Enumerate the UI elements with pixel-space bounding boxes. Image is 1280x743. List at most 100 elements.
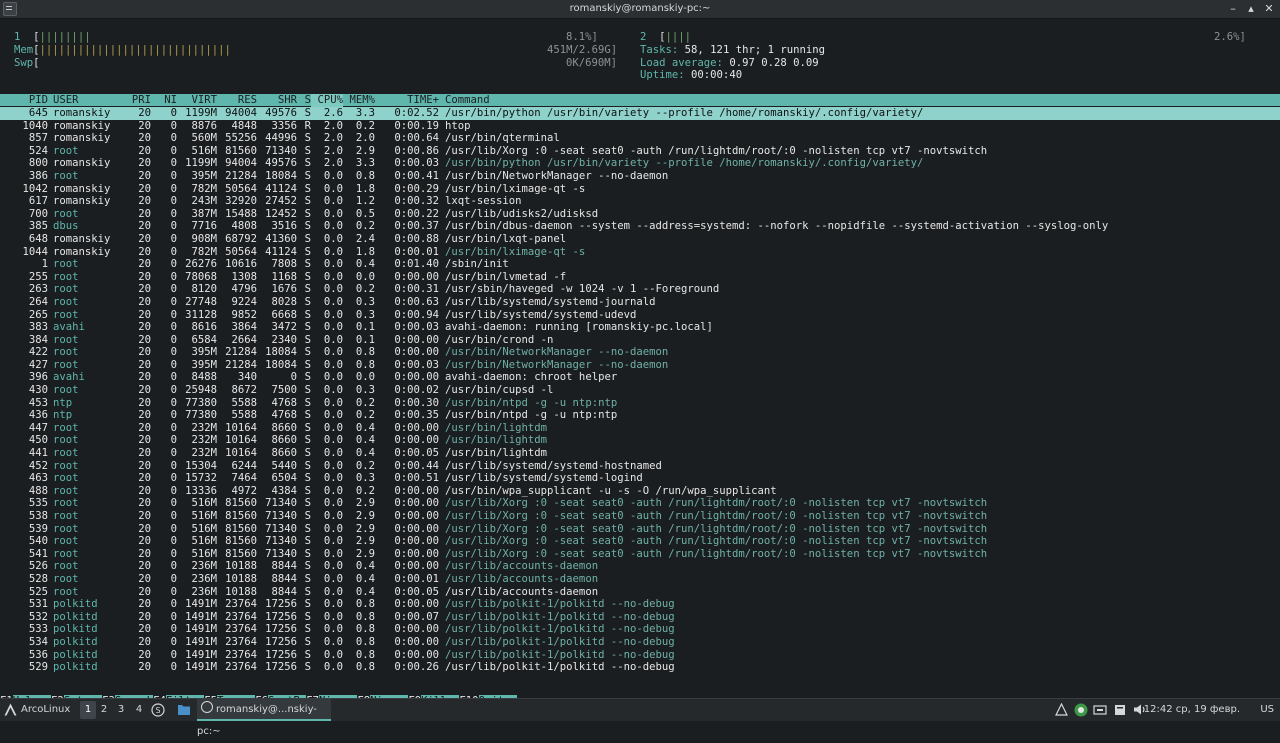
workspace-2[interactable]: 2 xyxy=(96,699,112,721)
process-state-cell: S xyxy=(304,321,311,334)
workspace-1[interactable]: 1 xyxy=(80,701,96,719)
process-pid-cell: 447 xyxy=(28,421,48,434)
process-row[interactable]: 463 root 20 0 15732 7464 6504 S 0.0 0.3 0:00.51/us… xyxy=(0,472,1280,485)
process-row[interactable]: 447 root 20 0 232M 10164 8660 S 0.0 0.4 0:00.00/us… xyxy=(0,422,1280,435)
process-row[interactable]: 525 root 20 0 236M 10188 8844 S 0.0 0.4 0:00.05/us… xyxy=(0,586,1280,599)
workspace-4[interactable]: 4 xyxy=(131,699,147,721)
network-status-icon[interactable] xyxy=(1074,703,1088,717)
col-state[interactable]: S xyxy=(297,94,311,107)
process-state-cell: S xyxy=(304,384,311,397)
process-row[interactable]: 488 root 20 0 13336 4972 4384 S 0.0 0.2 0:00.00/us… xyxy=(0,485,1280,498)
process-virt-cell: 232M xyxy=(191,434,217,447)
process-row[interactable]: 533 polkitd 20 0 1491M 23764 17256 S 0.0 0.8 0:00.… xyxy=(0,623,1280,636)
process-row[interactable]: 450 root 20 0 232M 10164 8660 S 0.0 0.4 0:00.00/us… xyxy=(0,434,1280,447)
process-row[interactable]: 430 root 20 0 25948 8672 7500 S 0.0 0.3 0:00.02/us… xyxy=(0,384,1280,397)
process-user-cell: romanskiy xyxy=(53,107,111,119)
process-row[interactable]: 396 avahi 20 0 8488 340 0 S 0.0 0.0 0:00.00 avahi-d… xyxy=(0,371,1280,384)
window-titlebar[interactable]: romanskiy@romanskiy-pc:~ – ▴ ✕ xyxy=(0,0,1280,19)
process-mem-cell: 0.8 xyxy=(355,346,375,359)
process-row[interactable]: 536 polkitd 20 0 1491M 23764 17256 S 0.0 0.8 0:00.… xyxy=(0,649,1280,662)
process-row[interactable]: 617 romanskiy 20 0 243M 32920 27452 S 0.0 1.2 0:00… xyxy=(0,195,1280,208)
process-pri-cell: 20 xyxy=(138,157,151,170)
process-row[interactable]: 535 root 20 0 516M 81560 71340 S 0.0 2.9 0:00.00/u… xyxy=(0,497,1280,510)
process-row[interactable]: 531 polkitd 20 0 1491M 23764 17256 S 0.0 0.8 0:00.… xyxy=(0,598,1280,611)
app-menu-label[interactable]: ArcoLinux xyxy=(21,699,70,721)
process-row[interactable]: 540 root 20 0 516M 81560 71340 S 0.0 2.9 0:00.00/u… xyxy=(0,535,1280,548)
clipboard-icon[interactable] xyxy=(1113,703,1127,717)
process-table-header[interactable]: PID USER PRI NI VIRT RES SHR S CPU% MEM% TIME+ Comm… xyxy=(0,94,1280,107)
process-row[interactable]: 528 root 20 0 236M 10188 8844 S 0.0 0.4 0:00.01/us… xyxy=(0,573,1280,586)
mem-label: Mem xyxy=(14,44,34,56)
process-row[interactable]: 427 root 20 0 395M 21284 18084 S 0.0 0.8 0:00.03/u… xyxy=(0,359,1280,372)
terminal-area[interactable]: 1 [|||||||| 8.1%] 2 [|||| 2.6%] Mem[||||… xyxy=(0,19,1280,708)
process-row[interactable]: 1040 romanskiy 20 0 8876 4848 3356 R 2.0 0.2 0:00.… xyxy=(0,120,1280,133)
col-shr[interactable]: SHR xyxy=(257,94,297,107)
process-row[interactable]: 648 romanskiy 20 0 908M 68792 41360 S 0.0 2.4 0:00… xyxy=(0,233,1280,246)
process-row[interactable]: 539 root 20 0 516M 81560 71340 S 0.0 2.9 0:00.00/u… xyxy=(0,523,1280,536)
process-row[interactable]: 263 root 20 0 8120 4796 1676 S 0.0 0.2 0:00.31/usr… xyxy=(0,283,1280,296)
taskbar-terminal-button[interactable]: romanskiy@...nskiy-pc:~ xyxy=(197,699,331,737)
process-row[interactable]: 441 root 20 0 232M 10164 8660 S 0.0 0.4 0:00.05/us… xyxy=(0,447,1280,460)
process-ni-cell: 0 xyxy=(170,434,177,447)
file-manager-icon[interactable] xyxy=(177,703,191,725)
process-row[interactable]: 453 ntp 20 0 77380 5588 4768 S 0.0 0.2 0:00.30/usr… xyxy=(0,397,1280,410)
process-row[interactable]: 452 root 20 0 15304 6244 5440 S 0.0 0.2 0:00.44/us… xyxy=(0,460,1280,473)
col-cpu[interactable]: CPU% xyxy=(311,94,343,107)
cpu1-bars: |||||||| xyxy=(39,31,91,43)
col-user[interactable]: USER xyxy=(48,94,113,107)
col-res[interactable]: RES xyxy=(217,94,257,107)
process-row[interactable]: 524 root 20 0 516M 81560 71340 S 2.0 2.9 0:00.86/u… xyxy=(0,145,1280,158)
process-cpu-cell: 2.0 xyxy=(323,157,343,170)
process-ni-cell: 0 xyxy=(170,409,177,422)
process-row[interactable]: 265 root 20 0 31128 9852 6668 S 0.0 0.3 0:00.94/us… xyxy=(0,309,1280,322)
update-icon[interactable] xyxy=(1055,702,1069,717)
minimize-button[interactable]: – xyxy=(1226,1,1240,16)
process-user-cell: romanskiy xyxy=(53,132,111,145)
col-ni[interactable]: NI xyxy=(151,94,177,107)
arcolinux-logo-icon[interactable] xyxy=(4,699,18,721)
col-pri[interactable]: PRI xyxy=(113,94,151,107)
col-mem[interactable]: MEM% xyxy=(343,94,375,107)
process-row[interactable]: 857 romanskiy 20 0 560M 55256 44996 S 2.0 2.0 0:00… xyxy=(0,132,1280,145)
process-row[interactable]: 1042 romanskiy 20 0 782M 50564 41124 S 0.0 1.8 0:0… xyxy=(0,183,1280,196)
keyboard-layout-indicator[interactable]: US xyxy=(1260,699,1274,721)
process-row[interactable]: 800 romanskiy 20 0 1199M 94004 49576 S 2.0 3.3 0:0… xyxy=(0,157,1280,170)
close-button[interactable]: ✕ xyxy=(1262,1,1276,16)
col-time[interactable]: TIME+ xyxy=(375,94,439,107)
process-row[interactable]: 255 root 20 0 78068 1308 1168 S 0.0 0.0 0:00.00/us… xyxy=(0,271,1280,284)
process-row[interactable]: 264 root 20 0 27748 9224 8028 S 0.0 0.3 0:00.63/us… xyxy=(0,296,1280,309)
process-row[interactable]: 436 ntp 20 0 77380 5588 4768 S 0.0 0.2 0:00.35/usr… xyxy=(0,409,1280,422)
process-row[interactable]: 700 root 20 0 387M 15488 12452 S 0.0 0.5 0:00.22/u… xyxy=(0,208,1280,221)
process-ni-cell: 0 xyxy=(170,321,177,334)
process-row[interactable]: 383 avahi 20 0 8616 3864 3472 S 0.0 0.1 0:00.03 ava… xyxy=(0,321,1280,334)
process-cpu-cell: 0.0 xyxy=(323,635,343,648)
process-res-cell: 68792 xyxy=(225,232,257,245)
col-pid[interactable]: PID xyxy=(0,94,48,107)
removable-media-icon[interactable] xyxy=(1093,703,1107,717)
process-command-cell: avahi-daemon: running [romanskiy-pc.loca… xyxy=(445,321,713,334)
process-pid-cell: 385 xyxy=(28,220,48,233)
mem-bars: |||||||||||||||||||||||||||||| xyxy=(39,44,231,56)
process-row[interactable]: 534 polkitd 20 0 1491M 23764 17256 S 0.0 0.8 0:00.… xyxy=(0,636,1280,649)
clock[interactable]: 12:42 ср, 19 февр. xyxy=(1144,699,1240,721)
process-row[interactable]: 541 root 20 0 516M 81560 71340 S 0.0 2.9 0:00.00/u… xyxy=(0,548,1280,561)
process-row[interactable]: 385 dbus 20 0 7716 4808 3516 S 0.0 0.2 0:00.37/usr… xyxy=(0,220,1280,233)
process-row[interactable]: 1 root 20 0 26276 10616 7808 S 0.0 0.4 0:01.40/sbi… xyxy=(0,258,1280,271)
process-table[interactable]: 645 romanskiy 20 0 1199M 94004 49576 S 2.6 3.3 0:0… xyxy=(0,107,1280,674)
process-cpu-cell: 0.0 xyxy=(323,447,343,460)
process-row[interactable]: 532 polkitd 20 0 1491M 23764 17256 S 0.0 0.8 0:00.… xyxy=(0,611,1280,624)
process-row[interactable]: 529 polkitd 20 0 1491M 23764 17256 S 0.0 0.8 0:00.… xyxy=(0,661,1280,674)
process-row[interactable]: 386 root 20 0 395M 21284 18084 S 0.0 0.8 0:00.41/u… xyxy=(0,170,1280,183)
col-virt[interactable]: VIRT xyxy=(177,94,217,107)
show-desktop-icon[interactable]: S xyxy=(151,703,165,725)
process-row[interactable]: 538 root 20 0 516M 81560 71340 S 0.0 2.9 0:00.00/u… xyxy=(0,510,1280,523)
col-command[interactable]: Command xyxy=(439,94,490,107)
process-command-cell: /usr/lib/Xorg :0 -seat seat0 -auth /run/… xyxy=(445,510,988,522)
process-row[interactable]: 384 root 20 0 6584 2664 2340 S 0.0 0.1 0:00.00/usr… xyxy=(0,334,1280,347)
process-row[interactable]: 422 root 20 0 395M 21284 18084 S 0.0 0.8 0:00.00/u… xyxy=(0,346,1280,359)
process-row[interactable]: 526 root 20 0 236M 10188 8844 S 0.0 0.4 0:00.00/us… xyxy=(0,560,1280,573)
process-row[interactable]: 645 romanskiy 20 0 1199M 94004 49576 S 2.6 3.3 0:0… xyxy=(0,107,1280,120)
maximize-button[interactable]: ▴ xyxy=(1244,1,1258,16)
process-row[interactable]: 1044 romanskiy 20 0 782M 50564 41124 S 0.0 1.8 0:0… xyxy=(0,246,1280,259)
workspace-3[interactable]: 3 xyxy=(113,699,129,721)
